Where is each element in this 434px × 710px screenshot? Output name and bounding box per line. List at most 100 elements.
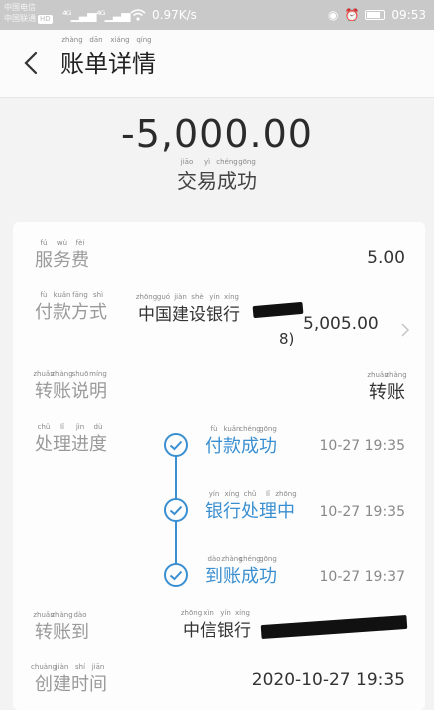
carrier-2: 中国联通 [4,14,36,23]
ruby-char: dù 度 [89,423,107,456]
step-time-2: 10-27 19:35 [319,504,405,520]
pinyin: gōng [238,158,256,166]
ruby-char: yín 银 [217,609,234,641]
ruby-char: xíng 行 [223,490,241,523]
hanzi: 行 [223,501,241,522]
payment-amount: 5,005.00 [303,314,379,334]
hanzi: 创 [35,674,53,695]
ruby-char: xìn 信 [200,609,217,641]
pinyin: míng [89,370,107,378]
hanzi: 服 [35,250,53,271]
ruby-char: yín 银 [205,490,223,523]
hanzi: 单 [84,50,108,78]
alarm-icon: ⏰ [344,8,360,22]
ruby-char: kuǎn 款 [53,291,71,324]
pinyin: zhōng [275,490,297,498]
ruby-char: míng 明 [89,370,107,403]
check-circle-icon [164,563,188,587]
hanzi: 付 [35,302,53,323]
ruby-char: zhàng 账 [221,555,242,588]
hanzi: 成 [241,566,259,587]
ruby-char: xíng 行 [234,609,251,641]
ruby-char: chéng 成 [239,555,260,588]
ruby-char: zhuǎn 转 [33,370,54,403]
hanzi: 转 [369,382,387,403]
service-fee-value: 5.00 [367,248,405,268]
hanzi: 转 [35,381,53,402]
ruby-char: fù 付 [35,291,53,324]
step-arrived: dào 到 zhàng 账 chéng 成 gōng 功 [205,555,277,588]
hanzi: 行 [223,305,240,325]
battery-icon [365,10,386,20]
hanzi: 建 [172,305,189,325]
page-title: zhàng 账 dān 单 xiáng 详 qíng 情 [60,36,156,79]
hanzi: 建 [53,674,71,695]
transaction-amount: -5,000.00 [121,112,313,156]
hanzi: 中 [138,305,155,325]
ruby-char: dào 到 [205,555,223,588]
payment-method-label: fù 付 kuǎn 款 fāng 方 shì 式 [35,291,107,324]
clock: 09:53 [391,8,426,22]
created-time-label: chuàng 创 jiàn 建 shí 时 jiān 间 [31,663,107,696]
hanzi: 中 [183,621,200,641]
ruby-char: fèi 费 [71,239,89,272]
carrier-1: 中国电信 [4,3,36,12]
hanzi: 功 [259,566,277,587]
hanzi: 成 [241,436,259,457]
chevron-right-icon[interactable] [399,322,411,338]
pinyin: dù [93,423,103,431]
ruby-char: chéng 成 [216,158,237,194]
ruby-char: jiāo 交 [177,158,197,194]
ruby-char: jiān 间 [89,663,107,696]
step-payment-success: fù 付 kuǎn 款 chéng 成 gōng 功 [205,425,277,458]
ruby-char: fù 付 [205,425,223,458]
ruby-char: xiáng 详 [108,36,132,79]
ruby-char: chéng 成 [239,425,260,458]
hanzi: 账 [223,566,241,587]
hanzi: 处 [241,501,259,522]
transfer-to-label: zhuǎn 转 zhàng 账 dào 到 [33,611,89,644]
hanzi: 理 [259,501,277,522]
hanzi: 情 [132,50,156,78]
pinyin: dào [73,611,87,619]
hanzi: 信 [200,621,217,641]
hanzi: 国 [155,305,172,325]
network-speed: 0.97K/s [152,8,197,22]
created-time-value: 2020-10-27 19:35 [251,670,405,690]
ruby-char: chǔ 处 [35,423,53,456]
transfer-note-value: zhuǎn 转 zhàng 账 [367,371,406,404]
ruby-char: jiàn 建 [53,663,71,696]
hanzi: 功 [237,169,257,193]
ruby-char: zhōng 中 [181,609,202,641]
hanzi: 理 [53,434,71,455]
pinyin: gōng [259,425,277,433]
carrier-info: 中国电信 中国联通 HD [4,2,53,24]
ruby-char: shí 时 [71,663,89,696]
payment-card-suffix: 8) [279,330,295,348]
ruby-char: zhàng 账 [60,36,84,79]
hanzi: 成 [217,169,237,193]
ruby-char: qíng 情 [132,36,156,79]
pinyin: shì [92,291,104,299]
transfer-note-label: zhuǎn 转 zhàng 账 shuō 说 míng 明 [33,370,107,403]
hanzi: 说 [71,381,89,402]
hd-badge: HD [38,15,53,24]
hanzi: 度 [89,434,107,455]
wifi-icon [130,9,146,21]
ruby-char: yì 易 [197,158,217,194]
hanzi: 明 [89,381,107,402]
ruby-char: yín 银 [206,293,223,325]
ruby-char: zhàng 账 [385,371,406,404]
ruby-char: zhuǎn 转 [33,611,54,644]
ruby-char: shuō 说 [71,370,89,403]
pinyin: xíng [235,609,250,617]
hanzi: 功 [259,436,277,457]
payment-bank-name: zhōng 中 guó 国 jiàn 建 shè 设 yín 银 xíng 行 [136,293,240,325]
ruby-char: wù 务 [53,239,71,272]
signal-icon-2: ⁴ᴳ▁▃▅ [96,8,130,22]
chevron-left-icon[interactable] [18,48,44,78]
ruby-char: kuǎn 款 [223,425,241,458]
hanzi: 费 [71,250,89,271]
ruby-char: jiàn 建 [172,293,189,325]
hanzi: 设 [189,305,206,325]
